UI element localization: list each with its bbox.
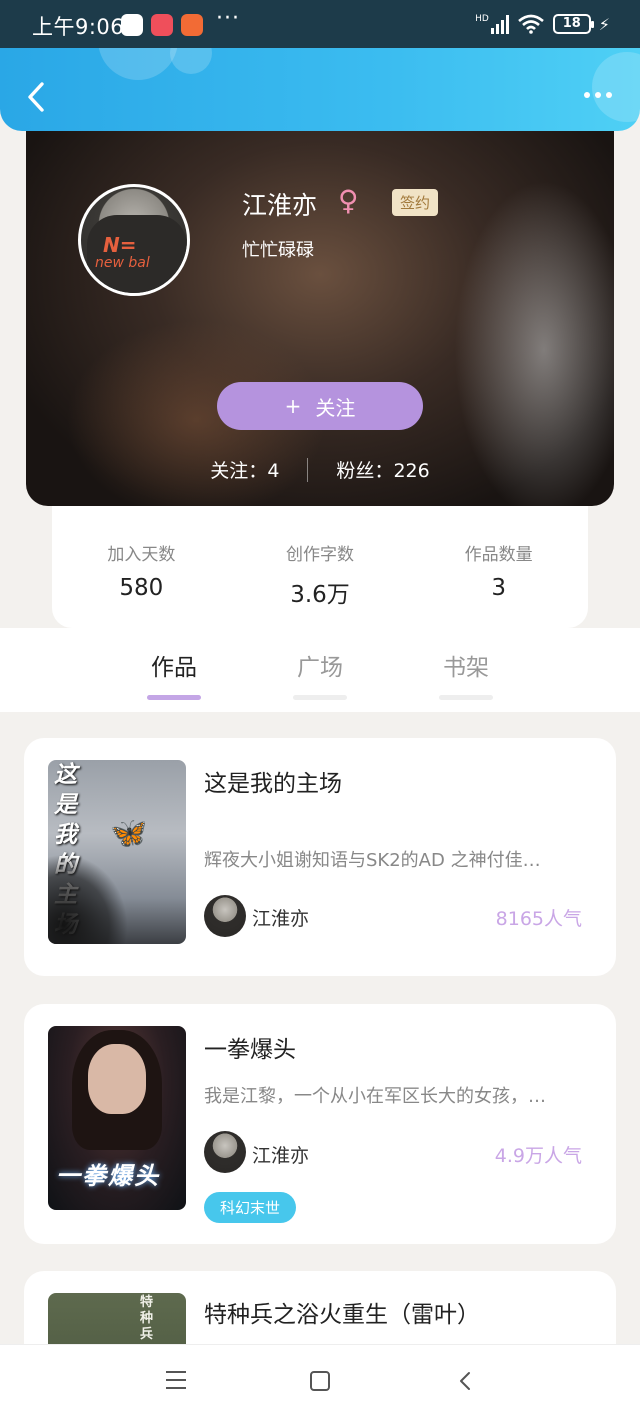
- profile-motto: 忙忙碌碌: [242, 240, 314, 261]
- status-icons: HD 18 ⚡: [475, 14, 610, 34]
- fans-label: 粉丝: [336, 460, 375, 482]
- following-value: 4: [267, 460, 280, 482]
- avatar[interactable]: N= new bal: [78, 184, 190, 296]
- status-bar: 上午9:06 ··· HD 18 ⚡: [0, 0, 640, 48]
- book-author: 江淮亦: [252, 908, 310, 930]
- profile-name: 江淮亦: [242, 191, 318, 220]
- app-notification-icon: [121, 14, 143, 36]
- system-nav-bar: [0, 1344, 640, 1422]
- follow-button-label: 关注: [315, 395, 356, 420]
- book-title: 一拳爆头: [204, 1037, 296, 1063]
- stat-works-count: 作品数量 3: [409, 506, 588, 628]
- tab-indicator: [293, 695, 347, 700]
- battery-icon: 18: [552, 14, 594, 34]
- tab-square[interactable]: 广场: [293, 648, 347, 700]
- book-description: 辉夜大小姐谢知语与SK2的AD 之神付佳…: [204, 850, 541, 871]
- divider: [307, 457, 309, 482]
- decor-bubble: [592, 52, 640, 122]
- book-title: 这是我的主场: [204, 771, 342, 797]
- battery-level: 18: [562, 16, 581, 31]
- genre-tag[interactable]: 科幻末世: [204, 1192, 297, 1223]
- follow-button[interactable]: + 关注: [217, 382, 423, 430]
- stat-label: 创作字数: [286, 545, 354, 565]
- following-label: 关注: [210, 460, 249, 482]
- book-description: 我是江黎，一个从小在军区长大的女孩，…: [204, 1086, 546, 1107]
- tab-label: 广场: [297, 655, 343, 681]
- stat-value: 580: [119, 575, 164, 601]
- fans-count[interactable]: 粉丝：226: [336, 456, 429, 483]
- charging-icon: ⚡: [598, 14, 610, 34]
- book-cover[interactable]: 这是我的主场 🦋: [48, 760, 186, 944]
- female-icon: ♀: [338, 184, 359, 217]
- network-type: HD: [475, 14, 489, 24]
- stat-value: 3.6万: [290, 582, 350, 608]
- following-count[interactable]: 关注：4: [210, 456, 279, 483]
- wifi-icon: [517, 14, 544, 34]
- book-popularity: 8165人气: [495, 908, 582, 930]
- profile-hero: N= new bal 江淮亦 ♀ 签约 忙忙碌碌 + 关注 关注：4 粉丝：22…: [26, 120, 614, 506]
- stat-join-days: 加入天数 580: [52, 506, 231, 628]
- book-title: 特种兵之浴火重生（雷叶）: [204, 1302, 480, 1328]
- tab-bookshelf[interactable]: 书架: [439, 648, 493, 700]
- app-notification-icon: [181, 14, 203, 36]
- cover-title: 特种兵: [140, 1295, 154, 1342]
- stat-value: 3: [491, 575, 506, 601]
- butterfly-icon: 🦋: [110, 816, 148, 851]
- home-button[interactable]: [310, 1371, 330, 1391]
- book-author: 江淮亦: [252, 1145, 310, 1167]
- author-avatar: [204, 1131, 246, 1173]
- author-avatar: [204, 895, 246, 937]
- tab-label: 书架: [443, 655, 489, 681]
- tab-indicator: [147, 695, 201, 700]
- stat-label: 加入天数: [107, 545, 176, 565]
- more-options-icon[interactable]: [584, 92, 612, 98]
- status-time: 上午9:06: [32, 15, 125, 39]
- stats-card: 加入天数 580 创作字数 3.6万 作品数量 3: [52, 506, 588, 628]
- book-card[interactable]: 这是我的主场 🦋 这是我的主场 辉夜大小姐谢知语与SK2的AD 之神付佳… 江淮…: [24, 738, 616, 976]
- book-popularity: 4.9万人气: [494, 1145, 582, 1167]
- follow-counts: 关注：4 粉丝：226: [26, 456, 614, 483]
- signed-badge: 签约: [392, 189, 439, 216]
- plus-icon: +: [284, 394, 302, 418]
- stat-word-count: 创作字数 3.6万: [231, 506, 410, 628]
- top-header: 上午9:06 ··· HD 18 ⚡: [0, 0, 640, 131]
- fans-value: 226: [393, 460, 430, 482]
- back-arrow-icon[interactable]: [22, 80, 52, 114]
- stat-label: 作品数量: [464, 545, 533, 565]
- tab-label: 作品: [151, 655, 197, 681]
- profile-tabs: 作品 广场 书架: [0, 648, 640, 700]
- tab-works[interactable]: 作品: [147, 648, 201, 700]
- app-notification-icon: [151, 14, 173, 36]
- book-card[interactable]: 一拳爆头 一拳爆头 我是江黎，一个从小在军区长大的女孩，… 江淮亦 4.9万人气…: [24, 1004, 616, 1244]
- signal-icon: [490, 14, 509, 34]
- more-notifications-icon: ···: [216, 6, 240, 31]
- book-cover[interactable]: 一拳爆头: [48, 1026, 186, 1210]
- cover-title: 一拳爆头: [56, 1162, 160, 1190]
- system-back-button[interactable]: [456, 1371, 476, 1391]
- recent-apps-button[interactable]: [166, 1371, 186, 1389]
- tab-indicator: [439, 695, 493, 700]
